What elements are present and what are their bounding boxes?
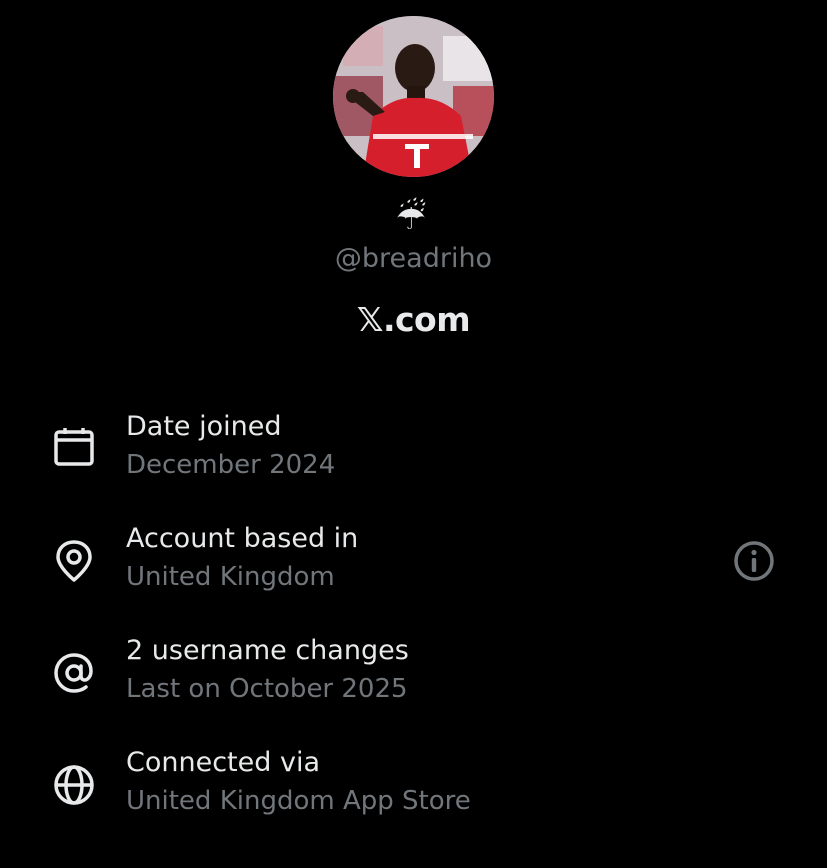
profile-handle: @breadriho bbox=[334, 243, 493, 274]
detail-title: Connected via bbox=[126, 747, 320, 778]
at-sign-icon bbox=[52, 651, 96, 695]
detail-subtitle: United Kingdom bbox=[126, 562, 335, 592]
detail-subtitle: December 2024 bbox=[126, 450, 336, 480]
brand-label: 𝕏.com bbox=[356, 300, 471, 339]
globe-icon bbox=[52, 763, 96, 807]
detail-date-joined: Date joined December 2024 bbox=[0, 411, 827, 501]
detail-title: Date joined bbox=[126, 411, 282, 442]
detail-subtitle: Last on October 2025 bbox=[126, 674, 408, 704]
profile-avatar[interactable] bbox=[333, 16, 494, 177]
avatar-photo-icon bbox=[333, 16, 494, 177]
detail-subtitle: United Kingdom App Store bbox=[126, 786, 471, 816]
detail-title: Account based in bbox=[126, 523, 359, 554]
umbrella-emoji: ☔ bbox=[395, 198, 427, 238]
location-pin-icon bbox=[52, 539, 96, 583]
detail-connected-via: Connected via United Kingdom App Store bbox=[0, 747, 827, 837]
detail-account-based-in: Account based in United Kingdom bbox=[0, 523, 827, 613]
detail-username-changes: 2 username changes Last on October 2025 bbox=[0, 635, 827, 725]
calendar-icon bbox=[52, 427, 96, 471]
info-icon[interactable] bbox=[732, 539, 776, 583]
detail-title: 2 username changes bbox=[126, 635, 409, 666]
